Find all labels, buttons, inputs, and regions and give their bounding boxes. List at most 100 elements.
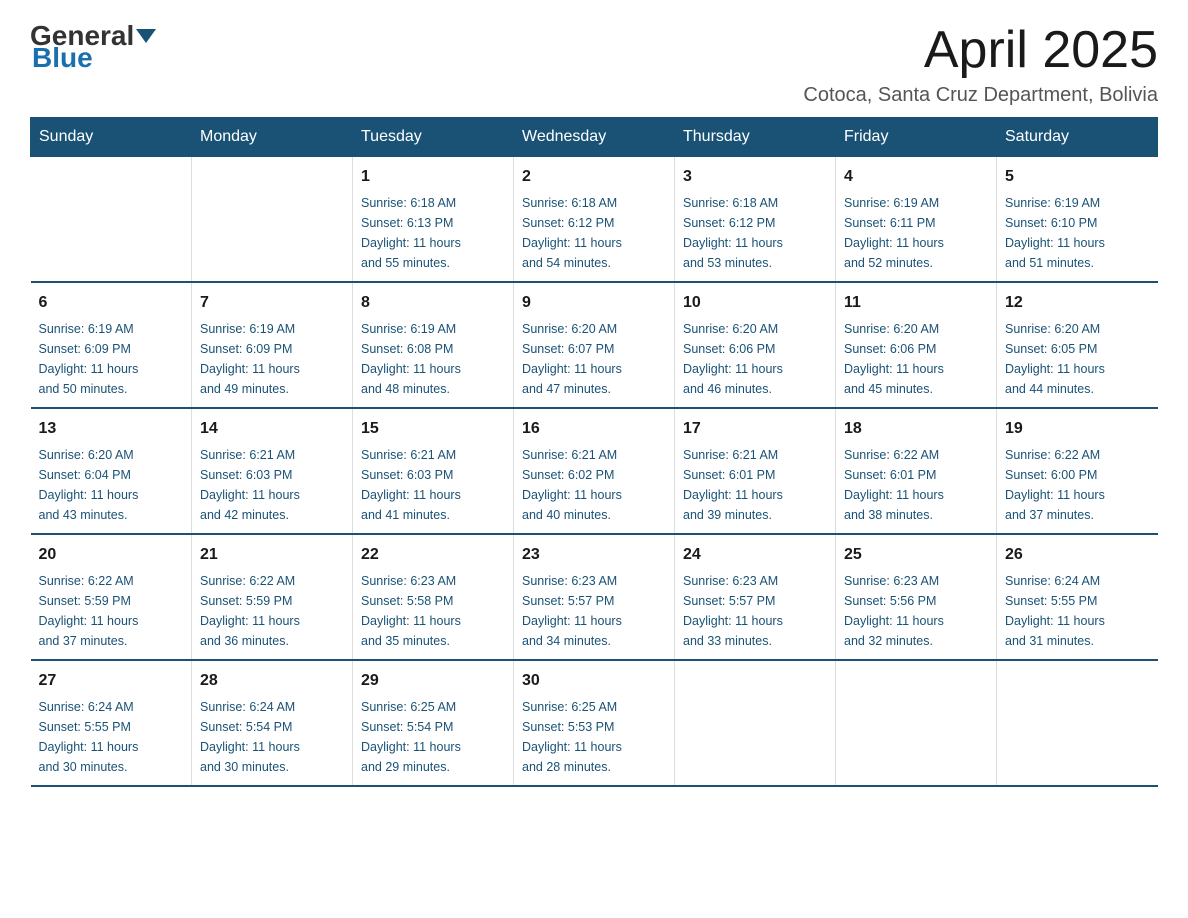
calendar-cell: 15 Sunrise: 6:21 AM Sunset: 6:03 PM Dayli… <box>353 408 514 534</box>
weekday-header-friday: Friday <box>836 118 997 157</box>
day-info: Sunrise: 6:22 AM Sunset: 6:00 PM Dayligh… <box>1005 445 1150 525</box>
day-number: 30 <box>522 669 666 693</box>
day-info: Sunrise: 6:21 AM Sunset: 6:01 PM Dayligh… <box>683 445 827 525</box>
calendar-cell: 22 Sunrise: 6:23 AM Sunset: 5:58 PM Dayli… <box>353 534 514 660</box>
day-number: 23 <box>522 543 666 567</box>
logo: General Blue <box>30 20 158 74</box>
weekday-header-monday: Monday <box>192 118 353 157</box>
day-number: 7 <box>200 291 344 315</box>
day-number: 3 <box>683 165 827 189</box>
calendar-cell: 1 Sunrise: 6:18 AM Sunset: 6:13 PM Daylig… <box>353 157 514 283</box>
calendar-week-1: 1 Sunrise: 6:18 AM Sunset: 6:13 PM Daylig… <box>31 157 1158 283</box>
day-number: 26 <box>1005 543 1150 567</box>
day-info: Sunrise: 6:21 AM Sunset: 6:02 PM Dayligh… <box>522 445 666 525</box>
day-number: 14 <box>200 417 344 441</box>
calendar-cell: 14 Sunrise: 6:21 AM Sunset: 6:03 PM Dayli… <box>192 408 353 534</box>
day-info: Sunrise: 6:22 AM Sunset: 5:59 PM Dayligh… <box>200 571 344 651</box>
weekday-header-thursday: Thursday <box>675 118 836 157</box>
logo-arrow-icon <box>136 29 156 43</box>
day-info: Sunrise: 6:21 AM Sunset: 6:03 PM Dayligh… <box>361 445 505 525</box>
day-number: 2 <box>522 165 666 189</box>
month-title: April 2025 <box>803 20 1158 80</box>
day-number: 19 <box>1005 417 1150 441</box>
calendar-cell: 28 Sunrise: 6:24 AM Sunset: 5:54 PM Dayli… <box>192 660 353 786</box>
day-number: 21 <box>200 543 344 567</box>
calendar-cell: 4Sunrise: 6:19 AM Sunset: 6:11 PM Daylig… <box>836 157 997 283</box>
day-number: 20 <box>39 543 184 567</box>
day-number: 17 <box>683 417 827 441</box>
day-number: 16 <box>522 417 666 441</box>
calendar-cell: 19 Sunrise: 6:22 AM Sunset: 6:00 PM Dayli… <box>997 408 1158 534</box>
day-info: Sunrise: 6:23 AM Sunset: 5:56 PM Dayligh… <box>844 571 988 651</box>
day-number: 29 <box>361 669 505 693</box>
calendar-cell <box>675 660 836 786</box>
calendar-cell <box>192 157 353 283</box>
calendar-cell: 18 Sunrise: 6:22 AM Sunset: 6:01 PM Dayli… <box>836 408 997 534</box>
weekday-header-saturday: Saturday <box>997 118 1158 157</box>
day-info: Sunrise: 6:23 AM Sunset: 5:58 PM Dayligh… <box>361 571 505 651</box>
calendar-cell: 5Sunrise: 6:19 AM Sunset: 6:10 PM Daylig… <box>997 157 1158 283</box>
calendar-body: 1 Sunrise: 6:18 AM Sunset: 6:13 PM Daylig… <box>31 157 1158 787</box>
day-info: Sunrise: 6:20 AM Sunset: 6:06 PM Dayligh… <box>683 319 827 399</box>
calendar-cell: 27Sunrise: 6:24 AM Sunset: 5:55 PM Dayli… <box>31 660 192 786</box>
day-info: Sunrise: 6:20 AM Sunset: 6:05 PM Dayligh… <box>1005 319 1150 399</box>
calendar-cell: 3 Sunrise: 6:18 AM Sunset: 6:12 PM Daylig… <box>675 157 836 283</box>
weekday-header-sunday: Sunday <box>31 118 192 157</box>
location-title: Cotoca, Santa Cruz Department, Bolivia <box>803 84 1158 107</box>
day-info: Sunrise: 6:24 AM Sunset: 5:55 PM Dayligh… <box>39 697 184 777</box>
day-number: 28 <box>200 669 344 693</box>
calendar-week-2: 6Sunrise: 6:19 AM Sunset: 6:09 PM Daylig… <box>31 282 1158 408</box>
day-info: Sunrise: 6:23 AM Sunset: 5:57 PM Dayligh… <box>522 571 666 651</box>
day-info: Sunrise: 6:24 AM Sunset: 5:54 PM Dayligh… <box>200 697 344 777</box>
calendar-cell: 6Sunrise: 6:19 AM Sunset: 6:09 PM Daylig… <box>31 282 192 408</box>
calendar-cell: 17 Sunrise: 6:21 AM Sunset: 6:01 PM Dayli… <box>675 408 836 534</box>
calendar-cell: 23 Sunrise: 6:23 AM Sunset: 5:57 PM Dayli… <box>514 534 675 660</box>
day-number: 15 <box>361 417 505 441</box>
day-info: Sunrise: 6:19 AM Sunset: 6:09 PM Dayligh… <box>39 319 184 399</box>
calendar-cell: 12 Sunrise: 6:20 AM Sunset: 6:05 PM Dayli… <box>997 282 1158 408</box>
day-info: Sunrise: 6:22 AM Sunset: 5:59 PM Dayligh… <box>39 571 184 651</box>
calendar-cell: 9Sunrise: 6:20 AM Sunset: 6:07 PM Daylig… <box>514 282 675 408</box>
calendar-cell: 8 Sunrise: 6:19 AM Sunset: 6:08 PM Daylig… <box>353 282 514 408</box>
day-number: 22 <box>361 543 505 567</box>
day-info: Sunrise: 6:19 AM Sunset: 6:09 PM Dayligh… <box>200 319 344 399</box>
calendar-week-3: 13 Sunrise: 6:20 AM Sunset: 6:04 PM Dayli… <box>31 408 1158 534</box>
day-info: Sunrise: 6:20 AM Sunset: 6:07 PM Dayligh… <box>522 319 666 399</box>
day-number: 1 <box>361 165 505 189</box>
day-number: 18 <box>844 417 988 441</box>
calendar-cell: 26 Sunrise: 6:24 AM Sunset: 5:55 PM Dayli… <box>997 534 1158 660</box>
day-info: Sunrise: 6:24 AM Sunset: 5:55 PM Dayligh… <box>1005 571 1150 651</box>
weekday-header-row: SundayMondayTuesdayWednesdayThursdayFrid… <box>31 118 1158 157</box>
weekday-header-wednesday: Wednesday <box>514 118 675 157</box>
day-number: 5 <box>1005 165 1150 189</box>
calendar: SundayMondayTuesdayWednesdayThursdayFrid… <box>30 117 1158 787</box>
title-block: April 2025 Cotoca, Santa Cruz Department… <box>803 20 1158 107</box>
day-info: Sunrise: 6:18 AM Sunset: 6:12 PM Dayligh… <box>522 193 666 273</box>
weekday-header-tuesday: Tuesday <box>353 118 514 157</box>
calendar-cell <box>997 660 1158 786</box>
calendar-cell: 16 Sunrise: 6:21 AM Sunset: 6:02 PM Dayli… <box>514 408 675 534</box>
day-number: 10 <box>683 291 827 315</box>
day-info: Sunrise: 6:19 AM Sunset: 6:08 PM Dayligh… <box>361 319 505 399</box>
day-number: 25 <box>844 543 988 567</box>
day-number: 12 <box>1005 291 1150 315</box>
day-number: 11 <box>844 291 988 315</box>
day-info: Sunrise: 6:20 AM Sunset: 6:06 PM Dayligh… <box>844 319 988 399</box>
calendar-cell: 30 Sunrise: 6:25 AM Sunset: 5:53 PM Dayli… <box>514 660 675 786</box>
day-info: Sunrise: 6:22 AM Sunset: 6:01 PM Dayligh… <box>844 445 988 525</box>
day-number: 13 <box>39 417 184 441</box>
calendar-cell: 2 Sunrise: 6:18 AM Sunset: 6:12 PM Daylig… <box>514 157 675 283</box>
calendar-cell: 25 Sunrise: 6:23 AM Sunset: 5:56 PM Dayli… <box>836 534 997 660</box>
calendar-cell: 21 Sunrise: 6:22 AM Sunset: 5:59 PM Dayli… <box>192 534 353 660</box>
day-info: Sunrise: 6:18 AM Sunset: 6:12 PM Dayligh… <box>683 193 827 273</box>
day-info: Sunrise: 6:25 AM Sunset: 5:53 PM Dayligh… <box>522 697 666 777</box>
day-info: Sunrise: 6:18 AM Sunset: 6:13 PM Dayligh… <box>361 193 505 273</box>
logo-blue-text: Blue <box>32 42 93 73</box>
calendar-cell: 11 Sunrise: 6:20 AM Sunset: 6:06 PM Dayli… <box>836 282 997 408</box>
day-info: Sunrise: 6:21 AM Sunset: 6:03 PM Dayligh… <box>200 445 344 525</box>
day-number: 8 <box>361 291 505 315</box>
day-number: 4 <box>844 165 988 189</box>
day-info: Sunrise: 6:25 AM Sunset: 5:54 PM Dayligh… <box>361 697 505 777</box>
day-info: Sunrise: 6:20 AM Sunset: 6:04 PM Dayligh… <box>39 445 184 525</box>
calendar-cell <box>31 157 192 283</box>
